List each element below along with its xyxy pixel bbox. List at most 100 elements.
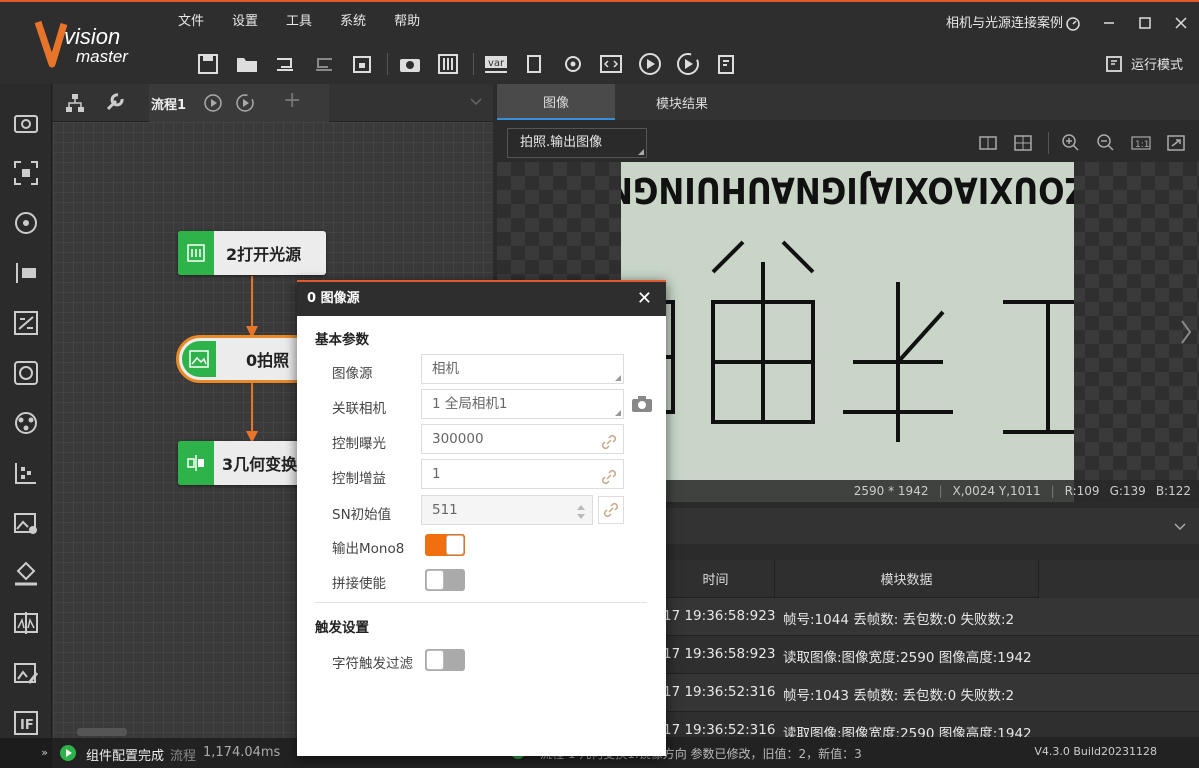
- menu-file[interactable]: 文件: [178, 8, 204, 36]
- label-output-mono8: 输出Mono8: [332, 541, 405, 557]
- tab-module-result[interactable]: 模块结果: [623, 84, 741, 120]
- save-icon[interactable]: [190, 48, 226, 80]
- flow-loop-icon[interactable]: [235, 93, 255, 117]
- node-open-light[interactable]: 2打开光源: [178, 231, 326, 275]
- node-label: 0拍照: [246, 351, 290, 370]
- image-source-select[interactable]: 拍照.输出图像: [507, 128, 647, 158]
- cursor-coords: X,0024 Y,1011: [952, 484, 1041, 498]
- solution-title: 相机与光源连接案例: [945, 16, 1063, 31]
- image-source-select[interactable]: 相机: [421, 354, 624, 384]
- script-icon[interactable]: [593, 48, 629, 80]
- gain-input[interactable]: 1: [421, 459, 624, 489]
- target-tool-icon[interactable]: [0, 198, 52, 248]
- zoom-in-icon[interactable]: [1058, 132, 1084, 154]
- adjust-icon[interactable]: [430, 48, 466, 80]
- wrench-icon[interactable]: [105, 92, 125, 116]
- close-icon[interactable]: ✕: [637, 282, 652, 316]
- measure-tool-icon[interactable]: [0, 248, 52, 298]
- exposure-input[interactable]: 300000: [421, 424, 624, 454]
- menu-bar: 文件 设置 工具 系统 帮助: [178, 8, 448, 36]
- lock-icon[interactable]: [344, 48, 380, 80]
- menu-tools[interactable]: 工具: [286, 8, 312, 36]
- run-mode-label: 运行模式: [1130, 58, 1183, 73]
- layout-single-icon[interactable]: [975, 132, 1001, 154]
- run-once-icon[interactable]: [632, 48, 668, 80]
- tab-image[interactable]: 图像: [497, 84, 615, 120]
- canvas-scrollbar[interactable]: [77, 728, 127, 736]
- title-bar: vision master 文件 设置 工具 系统 帮助 相机与光源连接案例 v…: [0, 0, 1199, 84]
- sn-initial-value: 511: [432, 502, 458, 518]
- layout-grid-icon[interactable]: [1010, 132, 1036, 154]
- capture-tool-icon[interactable]: [0, 98, 52, 148]
- tool-sidebar: IF: [0, 84, 52, 746]
- light-node-icon: [178, 231, 214, 275]
- svg-text:var: var: [488, 58, 505, 69]
- variable-icon[interactable]: var: [478, 48, 514, 80]
- sn-initial-stepper[interactable]: 511: [421, 495, 593, 525]
- image-edit-tool-icon[interactable]: [0, 648, 52, 698]
- spin-arrows-icon[interactable]: [576, 502, 586, 530]
- camera-settings-icon[interactable]: [631, 395, 653, 417]
- calculate-tool-icon[interactable]: [0, 298, 52, 348]
- fit-screen-icon[interactable]: [1163, 132, 1189, 154]
- node-label: 2打开光源: [226, 245, 302, 264]
- stitch-toggle[interactable]: [425, 569, 465, 591]
- close-button[interactable]: [1163, 6, 1199, 40]
- compare-tool-icon[interactable]: [0, 598, 52, 648]
- link-toggle-icon[interactable]: [598, 496, 624, 524]
- undo-icon[interactable]: [267, 48, 303, 80]
- linked-camera-select[interactable]: 1 全局相机1: [421, 389, 624, 419]
- device-icon[interactable]: [516, 48, 552, 80]
- node-geometry[interactable]: 3几何变换: [178, 441, 308, 485]
- flow-run-icon[interactable]: [203, 93, 223, 117]
- link-icon[interactable]: [601, 432, 617, 460]
- zoom-out-icon[interactable]: [1093, 132, 1119, 154]
- image-node-icon: [182, 341, 216, 377]
- open-folder-icon[interactable]: [229, 48, 265, 80]
- image-source-dialog: 0 图像源 ✕ 基本参数 图像源 相机 关联相机 1 全局相机1 控制曝光 30…: [297, 280, 666, 756]
- camera-icon[interactable]: [392, 48, 428, 80]
- label-image-source: 图像源: [332, 366, 373, 382]
- image-source-value: 拍照.输出图像: [520, 135, 603, 150]
- add-flow-icon[interactable]: +: [283, 88, 301, 113]
- gain-value: 1: [432, 466, 441, 482]
- flow-tree-icon[interactable]: [65, 93, 85, 117]
- locate-tool-icon[interactable]: [0, 148, 52, 198]
- mono8-toggle[interactable]: [425, 534, 465, 556]
- redo-icon[interactable]: [306, 48, 342, 80]
- menu-settings[interactable]: 设置: [232, 8, 258, 36]
- run-loop-icon[interactable]: [670, 48, 706, 80]
- menu-system[interactable]: 系统: [340, 8, 366, 36]
- chevron-down-icon[interactable]: [469, 94, 483, 113]
- actual-size-icon[interactable]: 1:1: [1128, 132, 1154, 154]
- linked-camera-value: 1 全局相机1: [432, 396, 508, 412]
- report-icon[interactable]: [709, 48, 745, 80]
- timer-icon[interactable]: [1055, 6, 1091, 40]
- run-mode-icon: [1106, 55, 1122, 72]
- label-stitch-enable: 拼接使能: [332, 576, 386, 592]
- tab-flow1[interactable]: 流程1: [149, 84, 329, 122]
- play-status-icon: [60, 745, 76, 765]
- transform-node-icon: [178, 441, 214, 485]
- image-process-tool-icon[interactable]: [0, 498, 52, 548]
- maximize-button[interactable]: [1127, 6, 1163, 40]
- calibrate-tool-icon[interactable]: [0, 348, 52, 398]
- link-icon[interactable]: [601, 467, 617, 495]
- vision-master-logo: vision master: [34, 16, 154, 72]
- menu-help[interactable]: 帮助: [394, 8, 420, 36]
- row-time: 17 19:36:52:316: [663, 722, 776, 738]
- minimize-button[interactable]: [1091, 6, 1127, 40]
- chevron-right-icon[interactable]: [1179, 318, 1193, 350]
- chevron-down-icon[interactable]: [1173, 519, 1187, 538]
- expand-icon[interactable]: »: [0, 738, 52, 768]
- flow-time-label: 流程: [170, 749, 197, 764]
- flow-time: 1,174.04ms: [203, 745, 281, 760]
- color-tool-icon[interactable]: [0, 398, 52, 448]
- row-data: 读取图像:图像宽度:2590 图像高度:1942: [783, 650, 1032, 666]
- pixel-g: G:139: [1109, 484, 1146, 498]
- refresh-icon[interactable]: [555, 48, 591, 80]
- pattern-tool-icon[interactable]: [0, 448, 52, 498]
- fill-tool-icon[interactable]: [0, 548, 52, 598]
- char-trigger-filter-toggle[interactable]: [425, 649, 465, 671]
- run-mode-button[interactable]: 运行模式: [1105, 54, 1183, 73]
